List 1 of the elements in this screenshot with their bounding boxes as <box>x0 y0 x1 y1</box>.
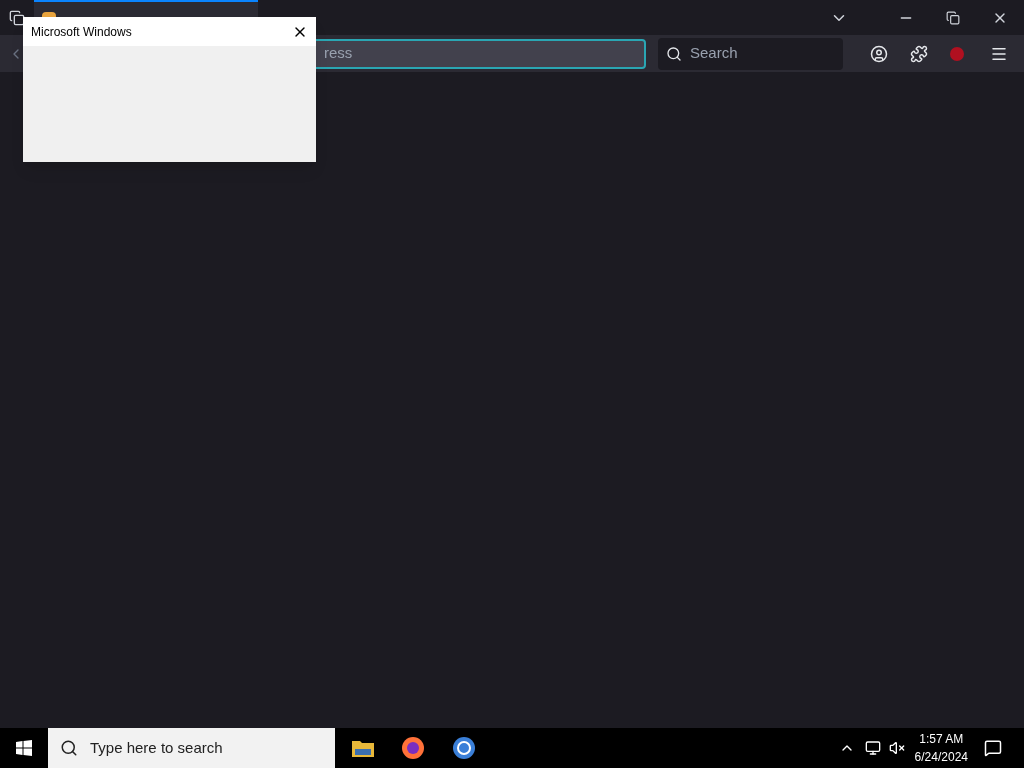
dialog-title: Microsoft Windows <box>31 23 132 41</box>
